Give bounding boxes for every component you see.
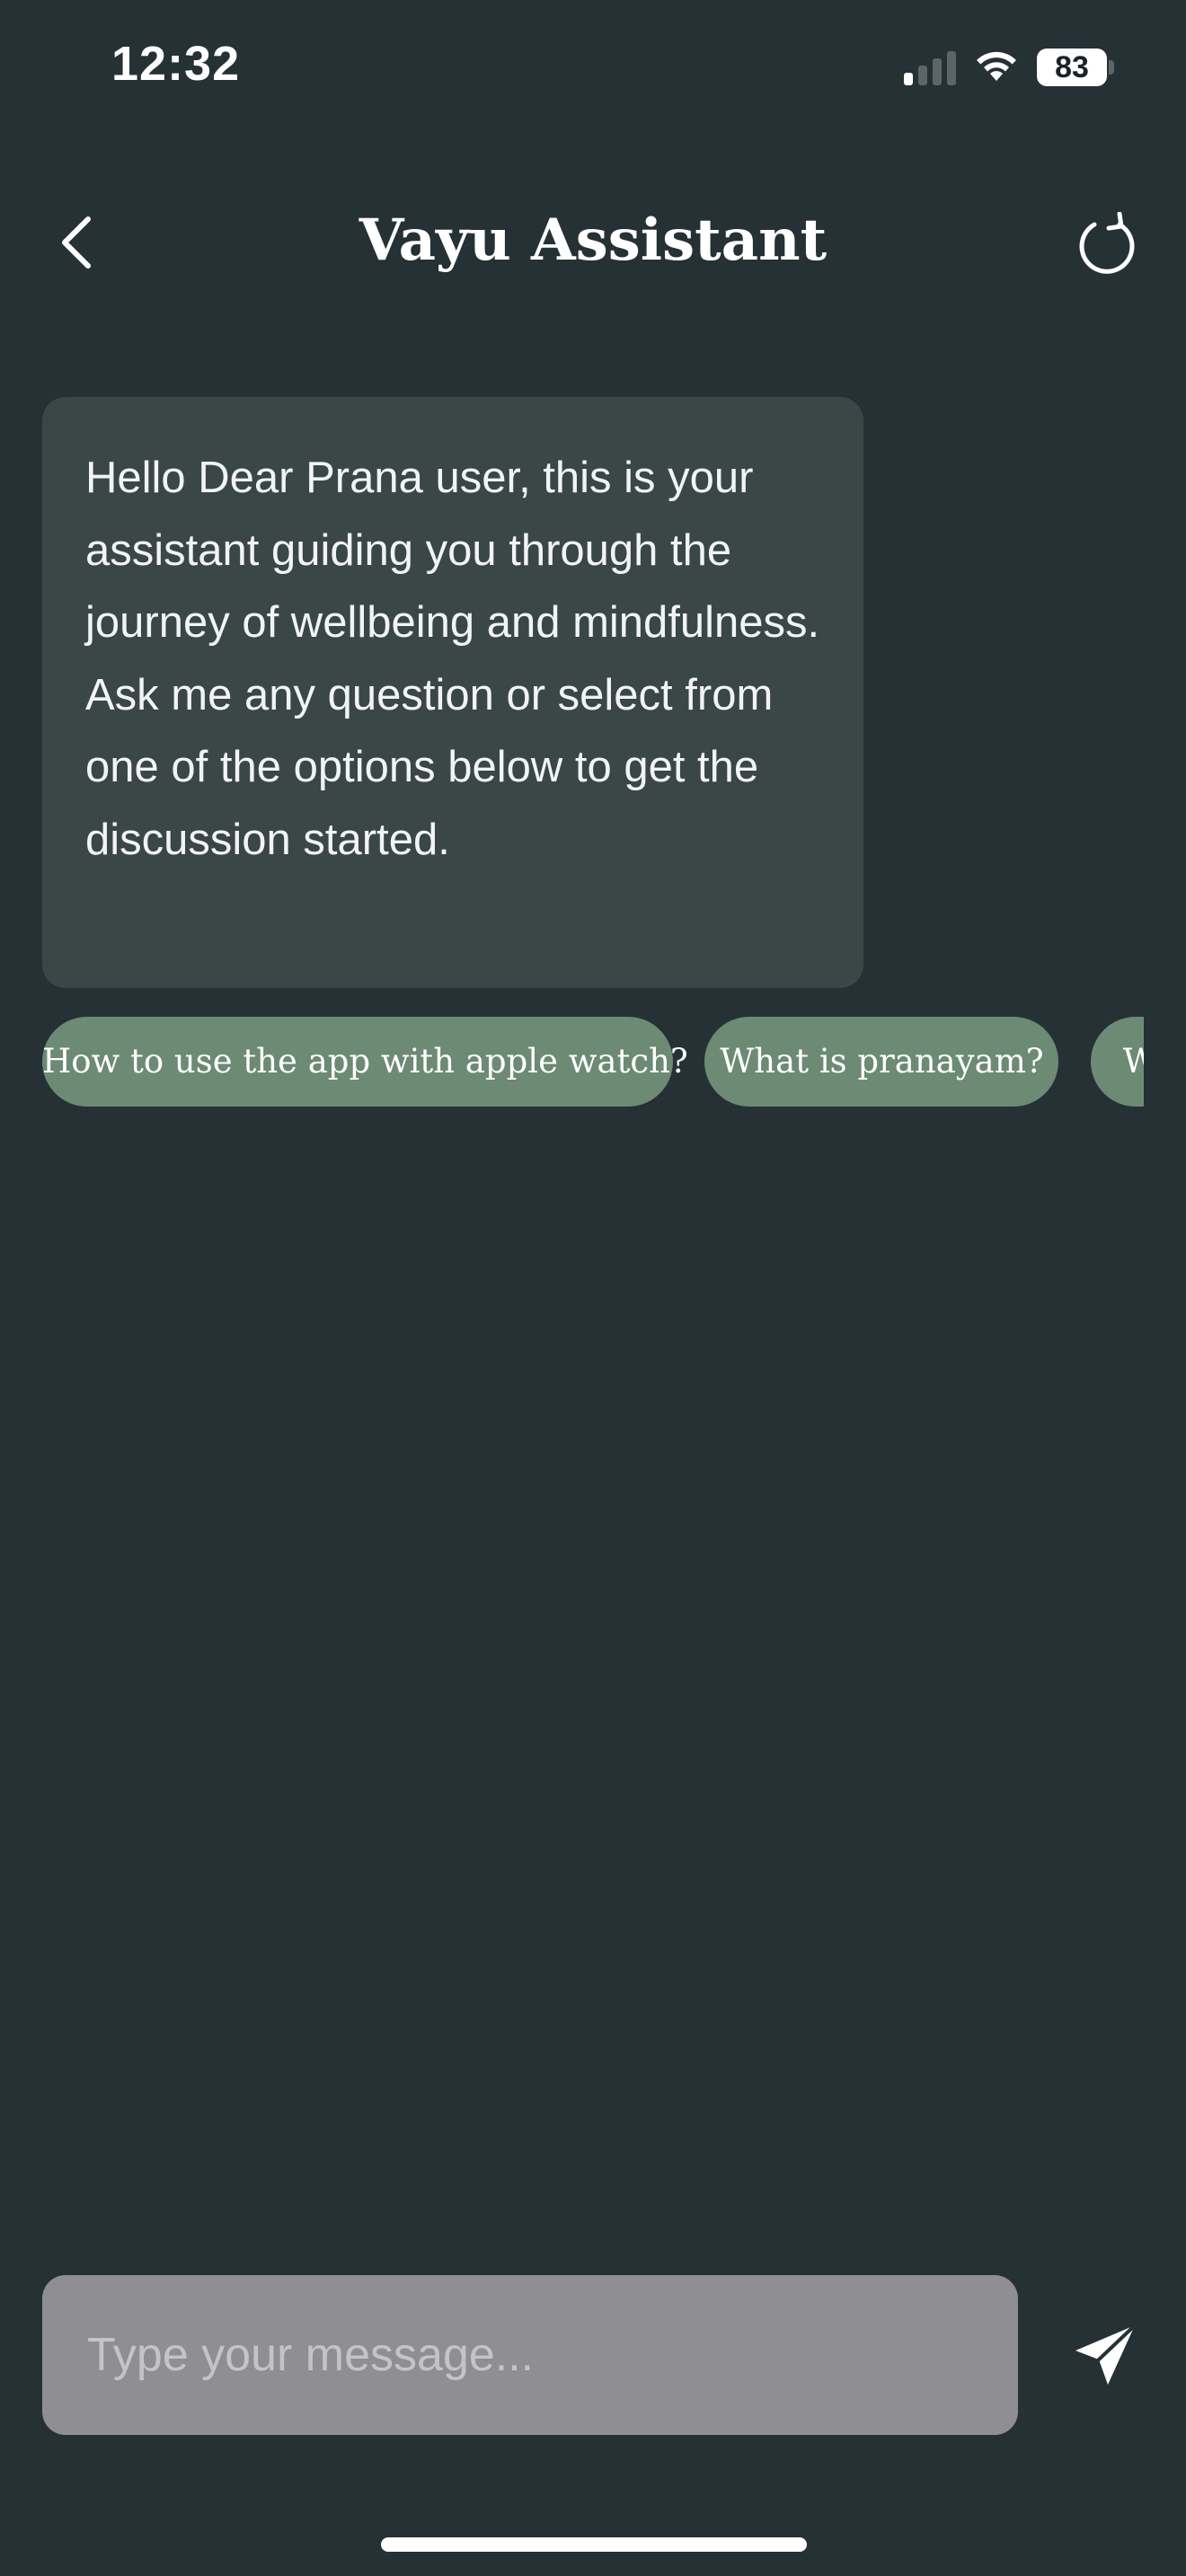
refresh-icon [1079, 212, 1135, 274]
suggestion-chip[interactable]: W [1090, 1017, 1144, 1107]
status-time: 12:32 [111, 37, 241, 91]
cellular-signal-icon [904, 49, 956, 85]
message-input[interactable] [42, 2275, 1018, 2435]
assistant-message-text: Hello Dear Prana user, this is your assi… [85, 454, 820, 864]
page-title: Vayu Assistant [358, 207, 828, 274]
suggestion-chip[interactable]: How to use the app with apple watch? [42, 1017, 688, 1107]
suggestion-chip[interactable]: What is pranayam? [704, 1017, 1059, 1107]
assistant-message-bubble: Hello Dear Prana user, this is your assi… [42, 397, 863, 988]
status-indicators: 83 [904, 45, 1114, 90]
wifi-icon [974, 49, 1019, 87]
suggestion-chips: How to use the app with apple watch? Wha… [42, 1017, 1144, 1107]
chat-screen: 12:32 83 Vayu Assistant Hello Dear Prana… [0, 0, 1186, 2576]
send-icon [1075, 2324, 1137, 2385]
refresh-button[interactable] [1067, 207, 1146, 286]
header: Vayu Assistant [0, 189, 1186, 296]
battery-icon: 83 [1037, 49, 1114, 86]
battery-level: 83 [1037, 49, 1107, 86]
home-indicator[interactable] [381, 2537, 807, 2552]
send-button[interactable] [1060, 2310, 1150, 2400]
